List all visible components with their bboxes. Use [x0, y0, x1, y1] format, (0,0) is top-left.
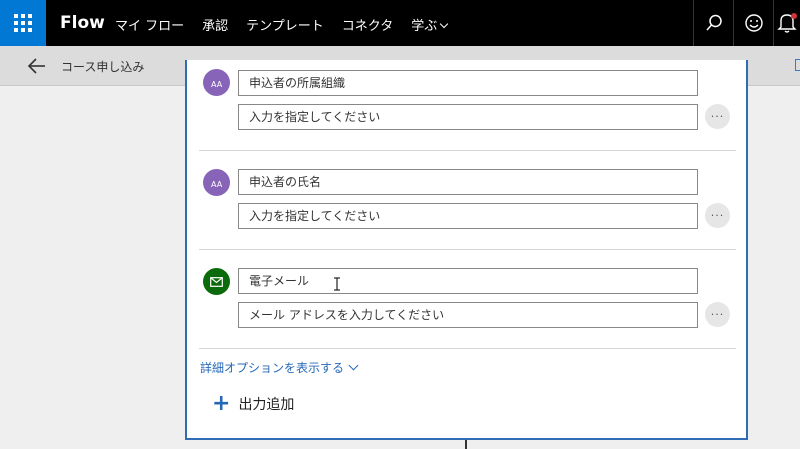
chevron-down-icon — [348, 360, 359, 371]
top-bar: Flow マイ フロー 承認 テンプレート コネクタ 学ぶ — [0, 0, 800, 46]
nav-learn[interactable]: 学ぶ — [411, 15, 449, 34]
nav-my-flows[interactable]: マイ フロー — [115, 15, 184, 34]
notifications-button[interactable] — [773, 0, 800, 46]
mail-icon — [203, 268, 230, 295]
field-name-input[interactable]: 申込者の所属組織 — [238, 70, 698, 96]
field-name-input[interactable]: 電子メール — [238, 268, 698, 294]
text-cursor-icon — [334, 277, 340, 291]
svg-text:AA: AA — [211, 80, 223, 89]
panel-edge-icon — [795, 59, 800, 71]
more-options-button[interactable]: ··· — [705, 104, 730, 129]
smiley-icon — [744, 14, 763, 32]
waffle-icon — [14, 14, 32, 32]
add-output-button[interactable]: + 出力追加 — [212, 391, 295, 416]
nav-learn-label: 学ぶ — [411, 19, 438, 34]
nav-templates[interactable]: テンプレート — [246, 15, 324, 34]
bell-icon — [777, 13, 797, 33]
svg-text:AA: AA — [211, 180, 223, 189]
main-nav: マイ フロー 承認 テンプレート コネクタ 学ぶ — [115, 15, 449, 34]
more-options-button[interactable]: ··· — [705, 203, 730, 228]
back-arrow-icon[interactable] — [26, 56, 48, 76]
app-launcher-button[interactable] — [0, 0, 46, 46]
field-value-input[interactable]: 入力を指定してください — [238, 203, 698, 229]
nav-connectors[interactable]: コネクタ — [342, 15, 393, 34]
plus-icon: + — [212, 391, 231, 416]
trigger-card: AA 申込者の所属組織 入力を指定してください ··· AA 申込者の氏名 入力… — [185, 60, 748, 440]
divider — [199, 249, 736, 250]
flow-title: コース申し込み — [61, 60, 145, 74]
feedback-button[interactable] — [733, 0, 773, 46]
nav-approvals[interactable]: 承認 — [202, 15, 228, 34]
search-button[interactable] — [693, 0, 733, 46]
field-value-input[interactable]: 入力を指定してください — [238, 104, 698, 130]
field-name-input[interactable]: 申込者の氏名 — [238, 169, 698, 195]
brand-name[interactable]: Flow — [60, 13, 105, 33]
show-advanced-options-link[interactable]: 詳細オプションを表示する — [200, 359, 359, 376]
chevron-down-icon — [440, 19, 449, 29]
add-output-label: 出力追加 — [238, 397, 295, 413]
advanced-options-label: 詳細オプションを表示する — [200, 361, 345, 375]
divider — [199, 348, 736, 349]
divider — [199, 150, 736, 151]
text-input-icon: AA — [203, 69, 230, 96]
flow-connector — [465, 440, 467, 449]
more-options-button[interactable]: ··· — [705, 302, 730, 327]
field-value-input[interactable]: メール アドレスを入力してください — [238, 302, 698, 328]
search-icon — [705, 14, 722, 31]
text-input-icon: AA — [203, 169, 230, 196]
